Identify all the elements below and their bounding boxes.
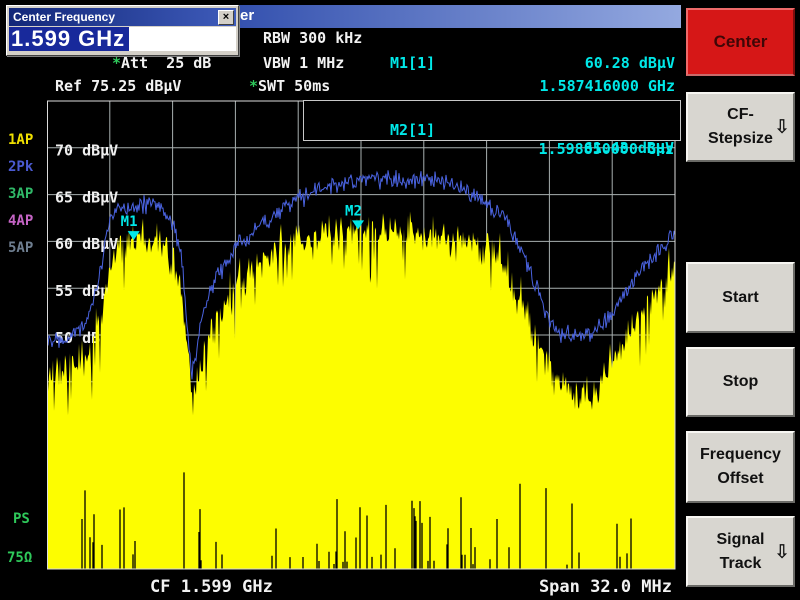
close-icon[interactable]: × bbox=[218, 10, 234, 25]
marker1-value: 60.28 dBµV bbox=[420, 54, 675, 72]
softkey-frequency-offset-line1: Frequency bbox=[688, 446, 793, 464]
swt-readout: *SWT 50ms bbox=[249, 77, 330, 95]
center-frequency-input[interactable]: 1.599 GHz bbox=[9, 27, 236, 51]
marker2-info-box: M2[1] 61.43 dBµV 1.598850000 GHz bbox=[303, 100, 681, 141]
softkey-cf-stepsize[interactable]: CF- Stepsize ⇩ bbox=[686, 92, 795, 162]
softkey-signal-track[interactable]: Signal Track ⇩ bbox=[686, 516, 795, 587]
submenu-arrow-icon: ⇩ bbox=[774, 541, 790, 563]
marker1-frequency: 1.587416000 GHz bbox=[420, 77, 675, 95]
dialog-title: Center Frequency bbox=[9, 8, 236, 26]
att-readout: *Att 25 dB bbox=[112, 54, 211, 72]
svg-text:65 dBµV: 65 dBµV bbox=[55, 188, 118, 206]
swt-coupled-star: * bbox=[249, 77, 258, 95]
svg-text:70 dBµV: 70 dBµV bbox=[55, 142, 118, 160]
svg-text:M2: M2 bbox=[345, 203, 362, 219]
center-frequency-dialog: Center Frequency × 1.599 GHz bbox=[6, 5, 239, 56]
window-title-fragment: er bbox=[240, 7, 254, 24]
softkey-stop-label: Stop bbox=[688, 373, 793, 391]
submenu-arrow-icon: ⇩ bbox=[774, 116, 790, 138]
input-selected-text: 1.599 GHz bbox=[9, 27, 129, 51]
impedance-label: 75Ω bbox=[7, 550, 32, 566]
softkey-center[interactable]: Center bbox=[686, 8, 795, 76]
trace5-label: 5AP bbox=[8, 240, 33, 256]
svg-text:M1: M1 bbox=[121, 214, 138, 230]
marker2-frequency: 1.598850000 GHz bbox=[539, 140, 674, 158]
window-titlebar: er bbox=[230, 5, 681, 28]
ref-level-readout: Ref 75.25 dBµV bbox=[55, 77, 181, 95]
svg-text:60 dBµV: 60 dBµV bbox=[55, 235, 118, 253]
att-coupled-star: * bbox=[112, 54, 121, 72]
dialog-titlebar[interactable]: Center Frequency × bbox=[9, 8, 236, 26]
swt-text: SWT 50ms bbox=[258, 77, 330, 95]
softkey-center-label: Center bbox=[688, 32, 793, 52]
center-frequency-readout: CF 1.599 GHz bbox=[150, 574, 273, 600]
softkey-start[interactable]: Start bbox=[686, 262, 795, 333]
vbw-readout: VBW 1 MHz bbox=[263, 54, 344, 72]
spectrum-analyzer-screen: er Center Frequency × 1.599 GHz RBW 300 … bbox=[0, 0, 800, 600]
att-text: Att 25 dB bbox=[121, 54, 211, 72]
preselector-label: PS bbox=[13, 511, 30, 527]
span-readout: Span 32.0 MHz bbox=[539, 574, 672, 600]
trace4-label: 4AP bbox=[8, 213, 33, 229]
softkey-stop[interactable]: Stop bbox=[686, 347, 795, 417]
trace2-label: 2Pk bbox=[8, 159, 33, 175]
trace1-label: 1AP bbox=[8, 132, 33, 148]
frequency-bar: CF 1.599 GHz Span 32.0 MHz bbox=[0, 574, 683, 600]
softkey-frequency-offset[interactable]: Frequency Offset bbox=[686, 431, 795, 503]
trace3-label: 3AP bbox=[8, 186, 33, 202]
softkey-frequency-offset-line2: Offset bbox=[688, 470, 793, 488]
softkey-start-label: Start bbox=[688, 289, 793, 307]
rbw-readout: RBW 300 kHz bbox=[263, 29, 362, 47]
